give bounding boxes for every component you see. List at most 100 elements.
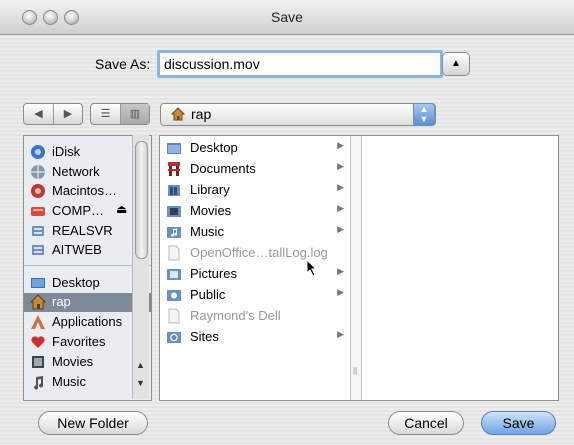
list-item-label: Public [190, 287, 226, 302]
sidebar-item-label: REALSVR [52, 223, 113, 238]
updown-arrows-icon: ▲ ▼ [413, 103, 435, 126]
disclosure-arrow-icon: ▶ [337, 140, 344, 150]
applications-icon [31, 315, 45, 329]
list-item-label: Library [190, 182, 230, 197]
sites-folder-icon [167, 332, 181, 343]
disclosure-arrow-icon: ▶ [337, 224, 344, 234]
disclosure-arrow-icon: ▶ [337, 266, 344, 276]
sidebar-item-label: Network [52, 164, 100, 179]
server-icon [32, 226, 44, 236]
sidebar-item-label: AITWEB [52, 242, 102, 257]
disclosure-arrow-icon: ▶ [337, 182, 344, 192]
list-item[interactable]: Music ▶ [164, 222, 344, 242]
eject-icon[interactable]: ⏏ [116, 202, 127, 216]
public-folder-icon [167, 290, 181, 301]
title-bar: Save [0, 0, 574, 35]
forward-arrow-icon: ▶ [63, 108, 73, 120]
column-view-icon: ▥ [129, 108, 141, 120]
music-folder-icon [167, 227, 181, 238]
list-item[interactable]: Desktop ▶ [164, 138, 344, 158]
sidebar-item-label: COMP… [52, 203, 104, 218]
browser-column-resizer[interactable]: || [351, 136, 362, 400]
list-view-button[interactable]: ☰ [91, 104, 121, 124]
forward-button[interactable]: ▶ [54, 104, 82, 124]
music-icon [34, 376, 44, 390]
expand-toggle-button[interactable]: ▲ [442, 52, 470, 76]
sidebar-item-realsvr[interactable]: REALSVR [30, 222, 140, 241]
sidebar-item-music[interactable]: Music [30, 373, 140, 392]
save-as-label: Save As: [95, 56, 151, 72]
list-item-label: Pictures [190, 266, 237, 281]
save-button[interactable]: Save [481, 411, 556, 435]
sidebar-item-comp[interactable]: COMP… ⏏ [30, 202, 140, 221]
browser-column-1: Desktop ▶ Documents ▶ Library ▶ Movies ▶… [160, 136, 351, 400]
network-icon [31, 165, 45, 179]
sidebar-item-idisk[interactable]: iDisk [30, 143, 140, 162]
hard-disk-icon [31, 184, 45, 198]
sidebar-scrollbar[interactable]: ▲ ▼ [132, 135, 149, 399]
sidebar-item-desktop[interactable]: Desktop [30, 274, 140, 293]
view-buttons: ☰ ▥ [90, 103, 150, 125]
column-resize-handle-icon[interactable]: || [353, 366, 357, 375]
list-item-label: Raymond's Dell [190, 308, 281, 323]
path-popup-label: rap [191, 106, 212, 122]
movies-folder-icon [167, 206, 181, 217]
sidebar-item-aitweb[interactable]: AITWEB [30, 241, 140, 260]
desktop-icon [31, 278, 45, 288]
list-item[interactable]: Library ▶ [164, 180, 344, 200]
sidebar-item-applications[interactable]: Applications [30, 313, 140, 332]
list-item[interactable]: Movies ▶ [164, 201, 344, 221]
sidebar-item-movies[interactable]: Movies [30, 353, 140, 372]
disclosure-arrow-icon: ▶ [337, 161, 344, 171]
disclosure-arrow-icon: ▶ [337, 287, 344, 297]
disclosure-arrow-icon: ▶ [337, 203, 344, 213]
sidebar-item-label: Movies [52, 354, 94, 369]
list-item-label: OpenOffice…tallLog.log [190, 245, 328, 260]
sidebar-item-label: Macintos… [52, 183, 118, 198]
disclosure-arrow-icon: ▶ [337, 329, 344, 339]
list-item[interactable]: Public ▶ [164, 285, 344, 305]
drive-icon [31, 207, 45, 216]
desktop-folder-icon [167, 143, 181, 154]
list-view-icon: ☰ [100, 108, 111, 120]
list-item-label: Movies [190, 203, 232, 218]
window-title: Save [271, 9, 303, 25]
sidebar-item-label: iDisk [52, 144, 81, 159]
scroll-down-arrow-icon[interactable]: ▼ [136, 378, 145, 388]
cancel-button[interactable]: Cancel [388, 411, 464, 435]
list-item-label: Documents [190, 161, 256, 176]
movies-icon [32, 356, 44, 368]
sidebar-scrollbar-thumb[interactable] [135, 141, 148, 259]
documents-folder-icon [168, 162, 180, 176]
home-icon [171, 107, 185, 121]
sidebar-item-label: Applications [52, 314, 123, 329]
triangle-up-icon: ▲ [451, 58, 461, 69]
file-icon [168, 245, 180, 261]
list-item-label: Desktop [190, 140, 238, 155]
sidebar-item-favorites[interactable]: Favorites [30, 333, 140, 352]
new-folder-button[interactable]: New Folder [38, 411, 148, 435]
sidebar-item-network[interactable]: Network [30, 163, 140, 182]
pictures-folder-icon [167, 269, 181, 280]
list-item[interactable]: Documents ▶ [164, 159, 344, 179]
mouse-pointer-icon [306, 259, 318, 277]
list-item[interactable]: Sites ▶ [164, 327, 344, 347]
back-forward-buttons: ◀ ▶ [23, 103, 83, 125]
save-dialog: Save Save As: ▲ ◀ ▶ ☰ ▥ rap ▲▼ iDisk Net… [0, 0, 574, 445]
file-icon [168, 308, 180, 324]
back-arrow-icon: ◀ [34, 108, 43, 120]
column-view-button[interactable]: ▥ [121, 104, 149, 124]
sidebar-item-label: Desktop [52, 275, 100, 290]
home-icon [30, 294, 46, 310]
list-item-label: Music [190, 224, 224, 239]
path-popup[interactable]: rap ▲ ▼ [160, 103, 436, 126]
sidebar-item-label: Music [52, 374, 86, 389]
scroll-up-arrow-icon[interactable]: ▲ [136, 360, 145, 370]
back-button[interactable]: ◀ [24, 104, 54, 124]
save-as-field[interactable] [157, 50, 443, 78]
list-item: Raymond's Dell [164, 306, 344, 326]
sidebar-item-macintosh[interactable]: Macintos… [30, 182, 140, 201]
library-folder-icon [168, 185, 180, 196]
sidebar-item-label: rap [52, 294, 71, 309]
sidebar-item-label: Favorites [52, 334, 106, 349]
